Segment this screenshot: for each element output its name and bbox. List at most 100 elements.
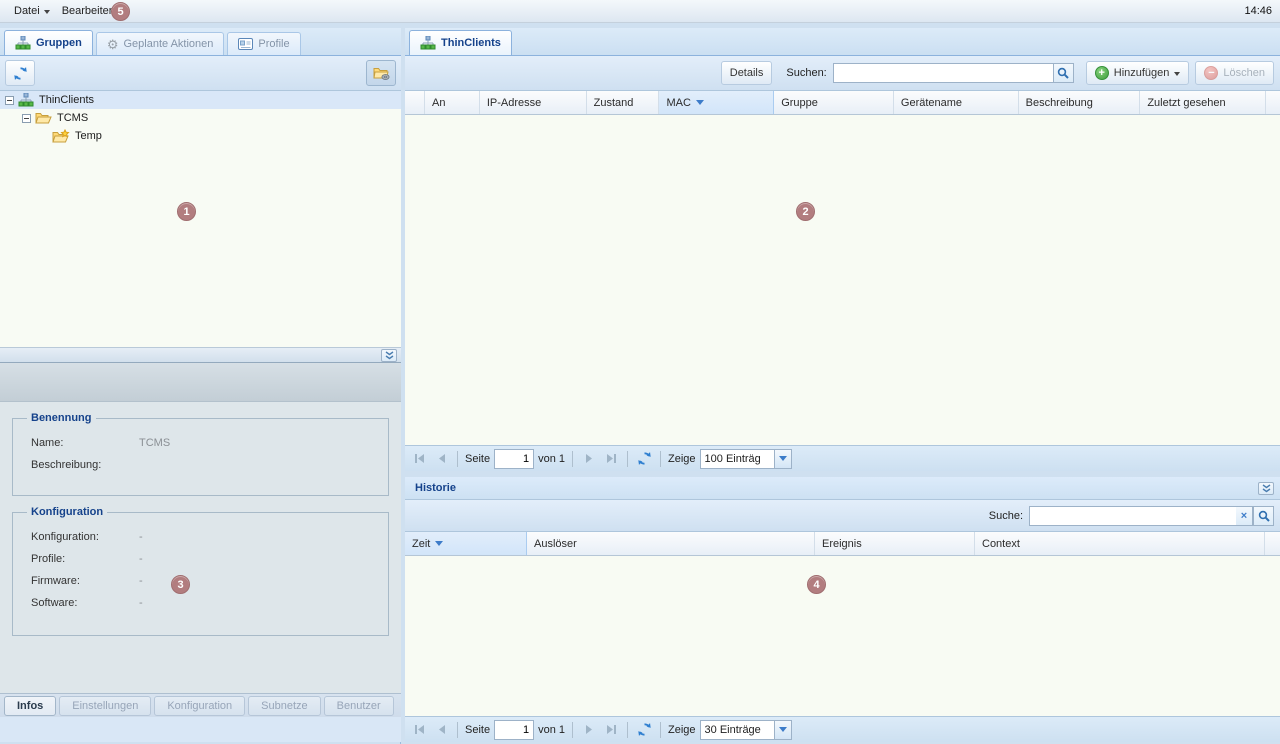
first-page-button[interactable] bbox=[410, 721, 428, 739]
column-header-beschreibung[interactable]: Beschreibung bbox=[1019, 91, 1141, 114]
column-header-context[interactable]: Context bbox=[975, 532, 1265, 555]
left-splitter[interactable] bbox=[0, 347, 401, 363]
clear-x-icon: × bbox=[1241, 510, 1247, 522]
column-header-geraetename[interactable]: Gerätename bbox=[894, 91, 1019, 114]
tab-benutzer[interactable]: Benutzer bbox=[324, 696, 394, 716]
column-header-zeit[interactable]: Zeit bbox=[405, 532, 527, 555]
next-page-button[interactable] bbox=[580, 450, 598, 468]
refresh-button[interactable] bbox=[635, 721, 653, 739]
column-header-spacer bbox=[405, 91, 425, 114]
annotation-label: 1 bbox=[183, 206, 189, 218]
column-header-ereignis[interactable]: Ereignis bbox=[815, 532, 975, 555]
tree-item-label: Temp bbox=[75, 130, 102, 142]
column-header-zuletzt-gesehen[interactable]: Zuletzt gesehen bbox=[1140, 91, 1266, 114]
next-page-icon bbox=[585, 453, 594, 464]
menu-datei[interactable]: Datei bbox=[8, 3, 56, 19]
column-header-an[interactable]: An bbox=[425, 91, 480, 114]
tab-subnetze[interactable]: Subnetze bbox=[248, 696, 320, 716]
first-page-icon bbox=[414, 453, 425, 464]
last-page-button[interactable] bbox=[602, 450, 620, 468]
folder-open-icon bbox=[35, 111, 52, 125]
historie-pager: Seite von 1 Zeige 30 Einträge bbox=[405, 716, 1280, 742]
details-button[interactable]: Details bbox=[721, 61, 773, 85]
tab-thinclients[interactable]: ThinClients bbox=[409, 30, 512, 55]
tab-einstellungen-label: Einstellungen bbox=[72, 700, 138, 712]
field-profile: Profile: - bbox=[31, 553, 378, 565]
tab-einstellungen[interactable]: Einstellungen bbox=[59, 696, 151, 716]
tab-infos[interactable]: Infos bbox=[4, 696, 56, 716]
field-software: Software: - bbox=[31, 597, 378, 609]
last-page-button[interactable] bbox=[602, 721, 620, 739]
tree-folder-link-button[interactable] bbox=[366, 60, 396, 86]
clients-grid-body[interactable] bbox=[405, 115, 1280, 445]
page-size-combo[interactable]: 100 Einträg bbox=[700, 449, 792, 469]
refresh-button[interactable] bbox=[635, 450, 653, 468]
tab-konfiguration-label: Konfiguration bbox=[167, 700, 232, 712]
first-page-button[interactable] bbox=[410, 450, 428, 468]
prev-page-icon bbox=[437, 724, 446, 735]
folder-link-icon bbox=[373, 66, 390, 80]
tree-item-temp[interactable]: Temp bbox=[0, 127, 401, 145]
tree-item-thinclients[interactable]: ThinClients bbox=[0, 91, 401, 109]
clients-search-input[interactable] bbox=[833, 63, 1053, 83]
clients-search-button[interactable] bbox=[1053, 63, 1074, 83]
field-beschreibung-label: Beschreibung: bbox=[31, 459, 139, 471]
prev-page-button[interactable] bbox=[432, 450, 450, 468]
collapse-expander-icon[interactable] bbox=[22, 114, 31, 123]
annotation-badge-1: 1 bbox=[177, 202, 196, 221]
column-label: Context bbox=[982, 538, 1020, 550]
page-number-input[interactable] bbox=[494, 720, 534, 740]
separator bbox=[457, 451, 458, 467]
clients-toolbar: Details Suchen: + Hinzufügen − Löschen bbox=[405, 56, 1280, 91]
combo-dropdown-button[interactable] bbox=[774, 720, 792, 740]
historie-header[interactable]: Historie bbox=[405, 477, 1280, 500]
tab-konfiguration[interactable]: Konfiguration bbox=[154, 696, 245, 716]
separator bbox=[627, 722, 628, 738]
column-header-zustand[interactable]: Zustand bbox=[587, 91, 660, 114]
field-konfiguration-value: - bbox=[139, 531, 143, 543]
tree-item-tcms[interactable]: TCMS bbox=[0, 109, 401, 127]
separator bbox=[660, 722, 661, 738]
tab-geplante-aktionen[interactable]: ⚙ Geplante Aktionen bbox=[96, 32, 225, 55]
historie-search-input[interactable] bbox=[1029, 506, 1236, 526]
field-software-label: Software: bbox=[31, 597, 139, 609]
collapse-expander-icon[interactable] bbox=[5, 96, 14, 105]
column-header-filler bbox=[1266, 91, 1280, 114]
next-page-icon bbox=[585, 724, 594, 735]
tab-profile[interactable]: Profile bbox=[227, 32, 300, 55]
column-label: Beschreibung bbox=[1026, 97, 1093, 109]
column-header-ip-adresse[interactable]: IP-Adresse bbox=[480, 91, 587, 114]
page-number-input[interactable] bbox=[494, 449, 534, 469]
infos-tabbar: Infos Einstellungen Konfiguration Subnet… bbox=[0, 693, 401, 717]
annotation-badge-5: 5 bbox=[111, 2, 130, 21]
gear-icon: ⚙ bbox=[107, 38, 119, 51]
page-size-combo[interactable]: 30 Einträge bbox=[700, 720, 792, 740]
annotation-label: 5 bbox=[117, 6, 123, 18]
tab-subnetze-label: Subnetze bbox=[261, 700, 307, 712]
column-label: Zustand bbox=[594, 97, 634, 109]
hinzufuegen-button[interactable]: + Hinzufügen bbox=[1086, 61, 1190, 85]
application-window: Datei Bearbeiten 14:46 Gruppen ⚙ Geplant… bbox=[0, 0, 1280, 744]
tree-refresh-button[interactable] bbox=[5, 60, 35, 86]
loeschen-button[interactable]: − Löschen bbox=[1195, 61, 1274, 85]
next-page-button[interactable] bbox=[580, 721, 598, 739]
historie-grid-body[interactable] bbox=[405, 556, 1280, 716]
field-name-label: Name: bbox=[31, 437, 139, 449]
historie-search-button[interactable] bbox=[1253, 506, 1274, 526]
column-header-gruppe[interactable]: Gruppe bbox=[774, 91, 894, 114]
clock: 14:46 bbox=[1244, 5, 1272, 17]
prev-page-button[interactable] bbox=[432, 721, 450, 739]
tab-gruppen[interactable]: Gruppen bbox=[4, 30, 93, 55]
zeige-label: Zeige bbox=[668, 453, 696, 465]
collapse-panel-button[interactable] bbox=[381, 349, 397, 362]
historie-collapse-button[interactable] bbox=[1258, 482, 1274, 495]
annotation-label: 4 bbox=[813, 579, 819, 591]
chevron-down-icon bbox=[1174, 72, 1180, 76]
combo-dropdown-button[interactable] bbox=[774, 449, 792, 469]
sort-desc-icon bbox=[696, 100, 704, 105]
zeige-label: Zeige bbox=[668, 724, 696, 736]
seite-label: Seite bbox=[465, 724, 490, 736]
column-header-ausloeser[interactable]: Auslöser bbox=[527, 532, 815, 555]
historie-search-clear-button[interactable]: × bbox=[1236, 506, 1253, 526]
column-header-mac[interactable]: MAC bbox=[659, 91, 774, 114]
